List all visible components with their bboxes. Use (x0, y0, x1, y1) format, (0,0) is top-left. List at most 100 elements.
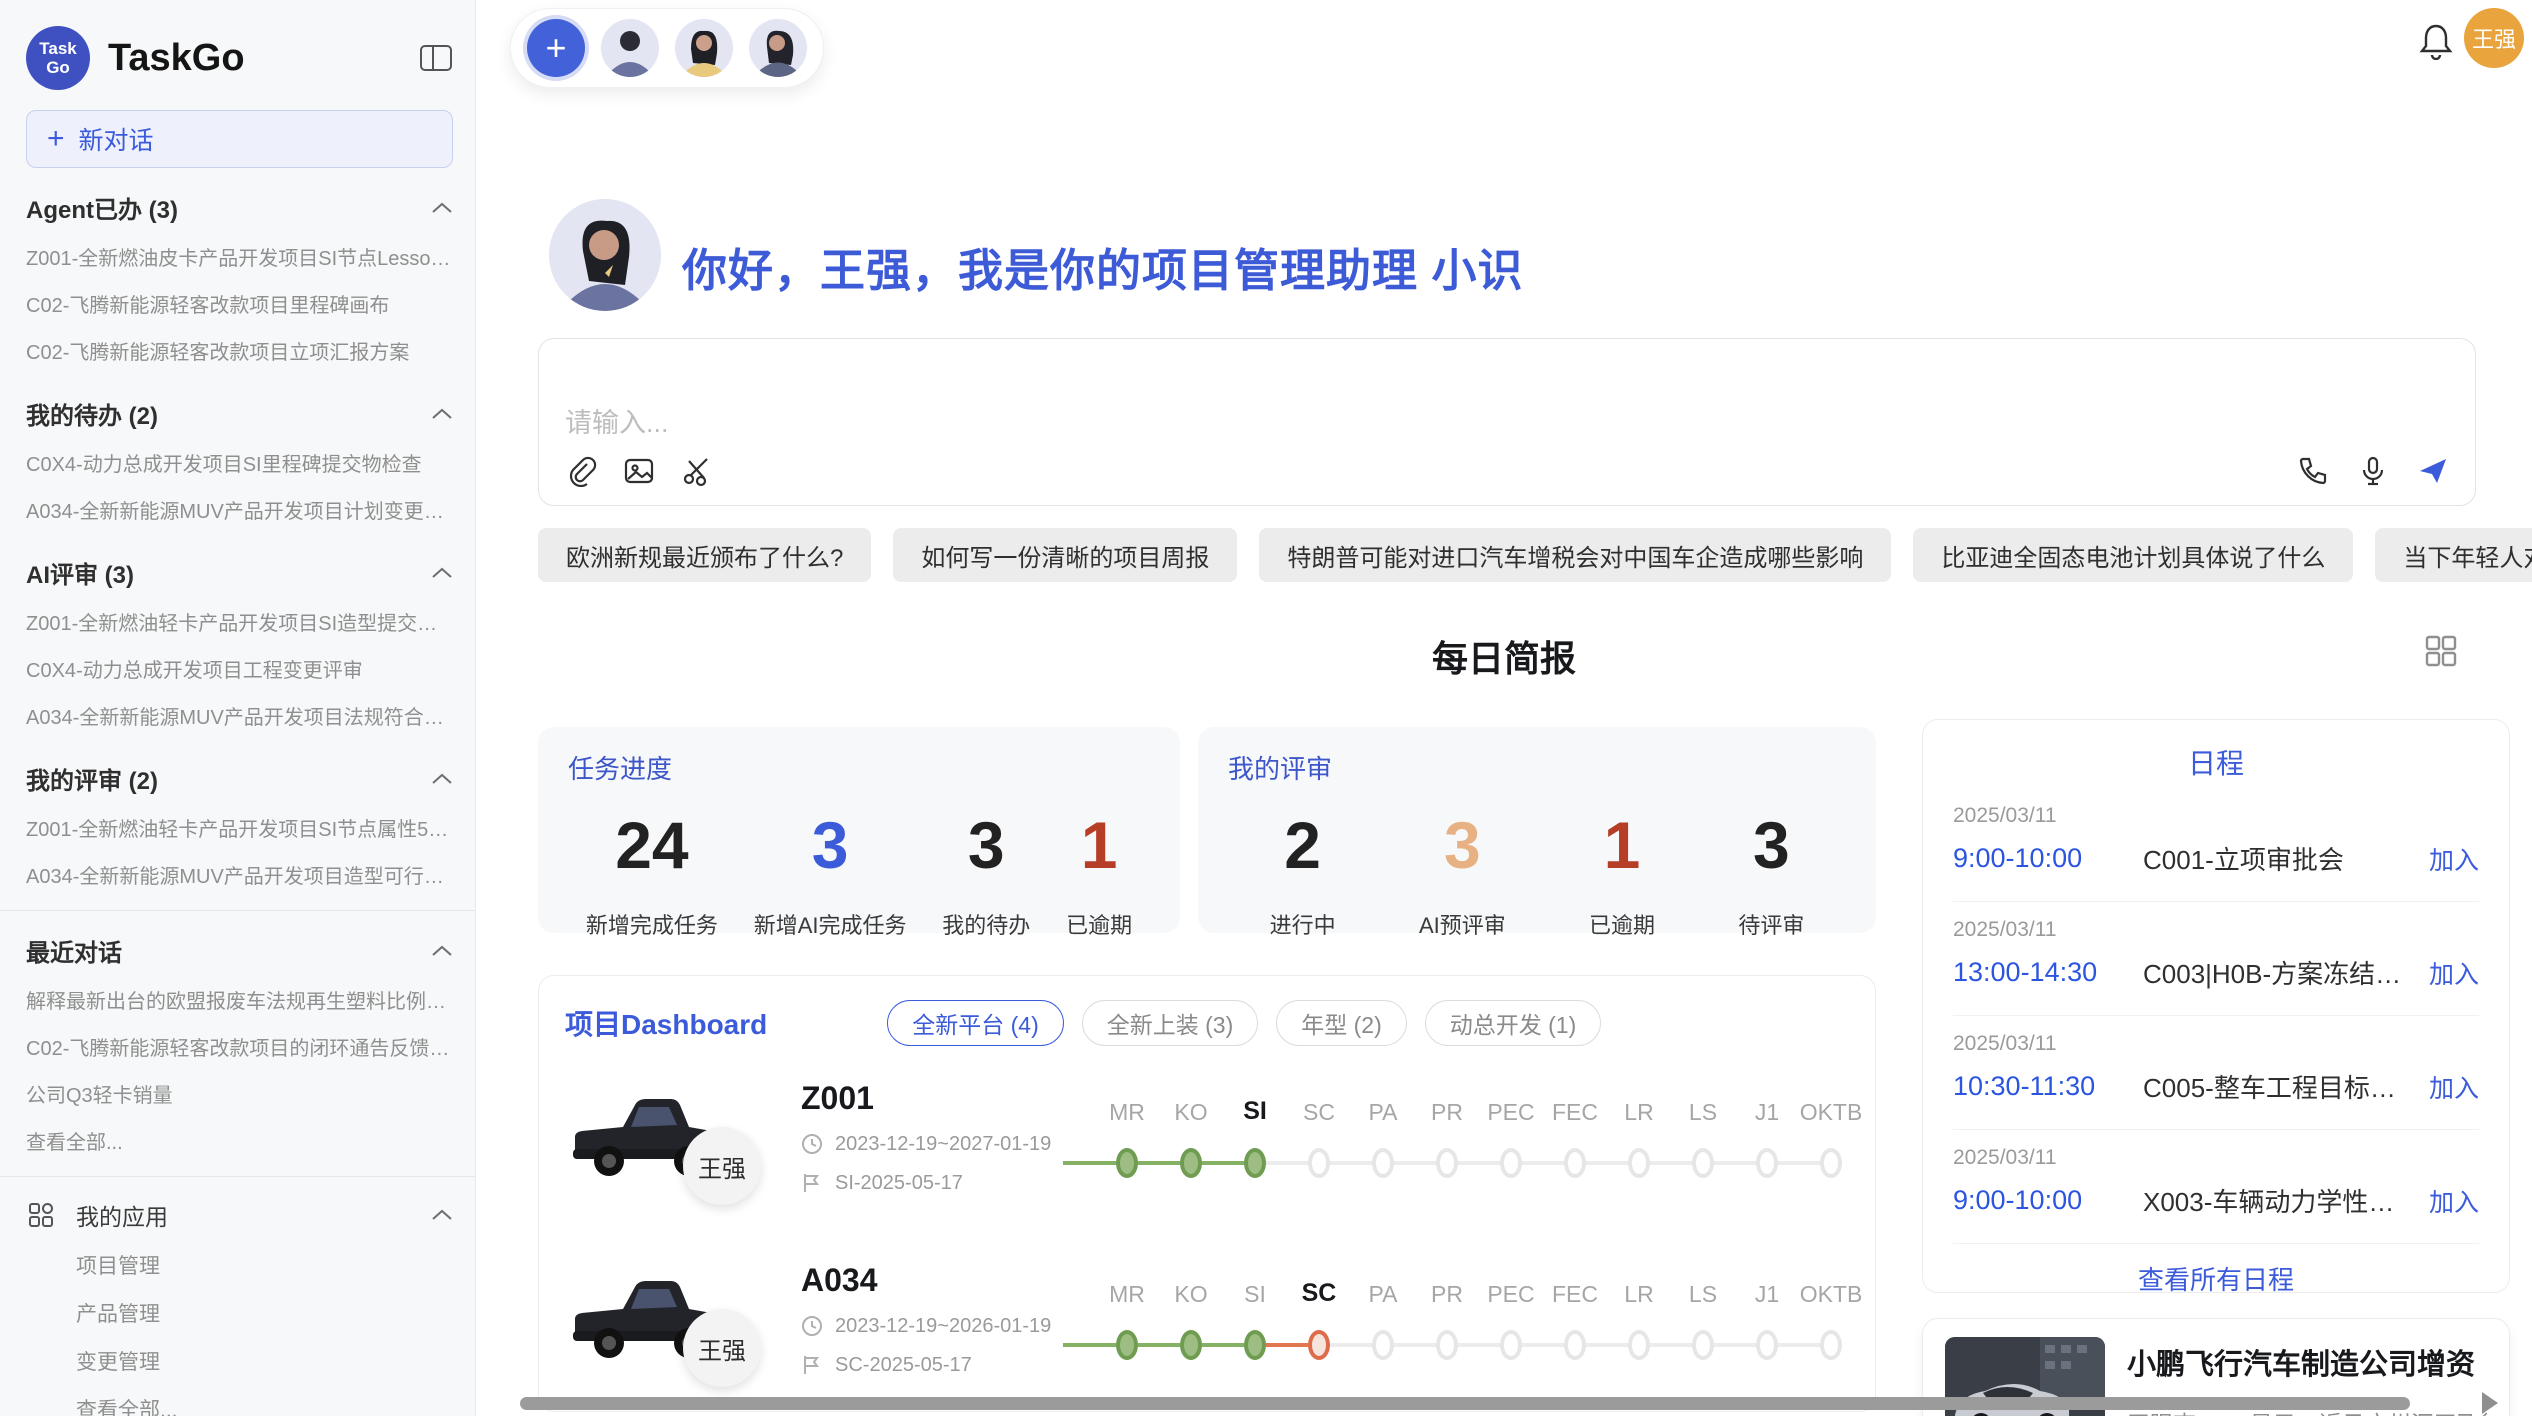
section-header[interactable]: AI评审 (3) (0, 547, 475, 598)
phone-icon[interactable] (2297, 455, 2329, 487)
app-root: Task Go TaskGo + 新对话 Agent已办 (3) Z001-全新… (0, 0, 2532, 1416)
sidebar-item[interactable]: C0X4-动力总成开发项目SI里程碑提交物检查 (0, 439, 475, 486)
sidebar-item[interactable]: Z001-全新燃油皮卡产品开发项目SI节点Lesson Learn报告 (0, 233, 475, 280)
tab-new-body[interactable]: 全新上装 (3) (1082, 1000, 1259, 1046)
join-link[interactable]: 加入 (2429, 1069, 2479, 1105)
milestone: SI (1223, 1276, 1287, 1362)
sidebar-item[interactable]: C02-飞腾新能源轻客改款项目的闭环通告反馈情况 (0, 1023, 475, 1070)
section-header[interactable]: 最近对话 (0, 925, 475, 976)
milestone-label: LS (1689, 1094, 1717, 1126)
message-composer (538, 338, 2476, 506)
new-chat-label: 新对话 (79, 121, 154, 157)
sidebar-item[interactable]: 解释最新出台的欧盟报废车法规再生塑料比例被调到15%... (0, 976, 475, 1023)
add-agent-button[interactable]: + (527, 19, 585, 77)
schedule-date: 2025/03/11 (1953, 1032, 2479, 1056)
milestone: MR (1095, 1276, 1159, 1362)
sidebar-item[interactable]: C02-飞腾新能源轻客改款项目立项汇报方案 (0, 327, 475, 374)
section-title: 我的评审 (2) (26, 761, 431, 796)
sidebar-item[interactable]: C0X4-动力总成开发项目工程变更评审 (0, 645, 475, 692)
milestone: MR (1095, 1094, 1159, 1180)
sidebar-item[interactable]: A034-全新新能源MUV产品开发项目计划变更类编写 (0, 486, 475, 533)
notifications-bell-icon[interactable] (2418, 22, 2454, 60)
stat-label: 已逾期 (1589, 908, 1655, 940)
view-all-schedule-link[interactable]: 查看所有日程 (1953, 1244, 2479, 1313)
chevron-up-icon (431, 1208, 453, 1222)
tab-all-new-platform[interactable]: 全新平台 (4) (887, 1000, 1064, 1046)
layout-grid-icon[interactable] (2424, 634, 2458, 668)
sidebar-item-project-mgmt[interactable]: 项目管理 (0, 1241, 475, 1289)
sidebar-item-change-mgmt[interactable]: 变更管理 (0, 1337, 475, 1385)
milestone-label: PA (1369, 1276, 1398, 1308)
apps-grid-icon (28, 1202, 54, 1228)
milestone: PR (1415, 1094, 1479, 1180)
section-header[interactable]: 我的待办 (2) (0, 388, 475, 439)
composer-toolbar (565, 455, 2449, 487)
milestone-dot (1799, 1146, 1863, 1180)
suggestion-chip[interactable]: 当下年轻人对汽车外观有怎样的喜好趋势 (2375, 528, 2532, 582)
user-avatar[interactable]: 王强 (2464, 8, 2524, 68)
project-row[interactable]: 王强 Z001 2023-12-19~2027-01-19 SI-2025-05… (565, 1046, 1849, 1228)
tab-year-model[interactable]: 年型 (2) (1276, 1000, 1407, 1046)
stat: 2 进行中 (1270, 812, 1336, 940)
section-title: 我的待办 (2) (26, 396, 431, 431)
sidebar-item[interactable]: A034-全新新能源MUV产品开发项目造型可行性评审 (0, 851, 475, 898)
scroll-right-arrow[interactable] (2482, 1392, 2498, 1414)
section-my-todo: 我的待办 (2) C0X4-动力总成开发项目SI里程碑提交物检查 A034-全新… (0, 388, 475, 533)
sidebar-item-my-apps[interactable]: 我的应用 (0, 1189, 475, 1241)
project-row[interactable]: 王强 A034 2023-12-19~2026-01-19 SC-2025-05… (565, 1228, 1849, 1410)
milestone-label: OKTB (1800, 1094, 1863, 1126)
milestone-label: J1 (1755, 1276, 1779, 1308)
sidebar-item[interactable]: 公司Q3轻卡销量 (0, 1070, 475, 1117)
microphone-icon[interactable] (2357, 455, 2389, 487)
schedule-time: 13:00-14:30 (1953, 957, 2143, 988)
project-code: Z001 (801, 1080, 1061, 1117)
new-chat-button[interactable]: + 新对话 (26, 110, 453, 168)
suggestion-chip[interactable]: 如何写一份清晰的项目周报 (893, 528, 1237, 582)
agent-avatar[interactable] (601, 19, 659, 77)
project-row-partial (565, 1410, 1849, 1412)
milestone-track: MRKOSISCPAPRPECFECLRLSJ1OKTB (1095, 1276, 1863, 1362)
milestone: PA (1351, 1094, 1415, 1180)
milestone: LR (1607, 1094, 1671, 1180)
project-dashboard-card: 项目Dashboard 全新平台 (4) 全新上装 (3) 年型 (2) 动总开… (538, 975, 1876, 1412)
sidebar-item[interactable]: C02-飞腾新能源轻客改款项目里程碑画布 (0, 280, 475, 327)
stat-value: 3 (1738, 812, 1804, 878)
join-link[interactable]: 加入 (2429, 1183, 2479, 1219)
suggestion-chip[interactable]: 特朗普可能对进口汽车增税会对中国车企造成哪些影响 (1259, 528, 1891, 582)
view-all-recent[interactable]: 查看全部... (0, 1117, 475, 1164)
image-icon[interactable] (623, 455, 655, 487)
stat: 1 已逾期 (1066, 812, 1132, 940)
agent-avatar[interactable] (749, 19, 807, 77)
collapse-sidebar-icon[interactable] (419, 44, 453, 72)
section-recent: 最近对话 解释最新出台的欧盟报废车法规再生塑料比例被调到15%... C02-飞… (0, 925, 475, 1164)
sidebar-item[interactable]: Z001-全新燃油轻卡产品开发项目SI节点属性5D文件评审 (0, 804, 475, 851)
milestone: SI (1223, 1094, 1287, 1180)
dashboard-title: 项目Dashboard (565, 1003, 767, 1043)
sidebar-item[interactable]: A034-全新新能源MUV产品开发项目法规符合性评审 (0, 692, 475, 739)
send-icon[interactable] (2417, 455, 2449, 487)
milestone-label: LS (1689, 1276, 1717, 1308)
section-agent-done: Agent已办 (3) Z001-全新燃油皮卡产品开发项目SI节点Lesson … (0, 182, 475, 374)
horizontal-scrollbar[interactable] (520, 1397, 2410, 1410)
attachment-icon[interactable] (565, 455, 597, 487)
stat: 24 新增完成任务 (586, 812, 718, 940)
logo-line1: Task (39, 39, 77, 58)
suggestion-chip[interactable]: 欧洲新规最近颁布了什么? (538, 528, 871, 582)
suggestion-chip[interactable]: 比亚迪全固态电池计划具体说了什么 (1913, 528, 2353, 582)
stat-value: 1 (1066, 812, 1132, 878)
chevron-up-icon (431, 566, 453, 580)
app-logo: Task Go (26, 26, 90, 90)
sidebar-item-product-mgmt[interactable]: 产品管理 (0, 1289, 475, 1337)
agent-avatar[interactable] (675, 19, 733, 77)
tab-powertrain-dev[interactable]: 动总开发 (1) (1425, 1000, 1602, 1046)
milestone-label: PEC (1487, 1094, 1534, 1126)
scissors-icon[interactable] (681, 455, 713, 487)
plus-icon: + (47, 122, 65, 156)
section-header[interactable]: Agent已办 (3) (0, 182, 475, 233)
join-link[interactable]: 加入 (2429, 955, 2479, 991)
view-all-apps[interactable]: 查看全部... (0, 1385, 475, 1416)
chat-input[interactable] (565, 408, 2449, 439)
sidebar-item[interactable]: Z001-全新燃油轻卡产品开发项目SI造型提交物评审 (0, 598, 475, 645)
join-link[interactable]: 加入 (2429, 841, 2479, 877)
section-header[interactable]: 我的评审 (2) (0, 753, 475, 804)
